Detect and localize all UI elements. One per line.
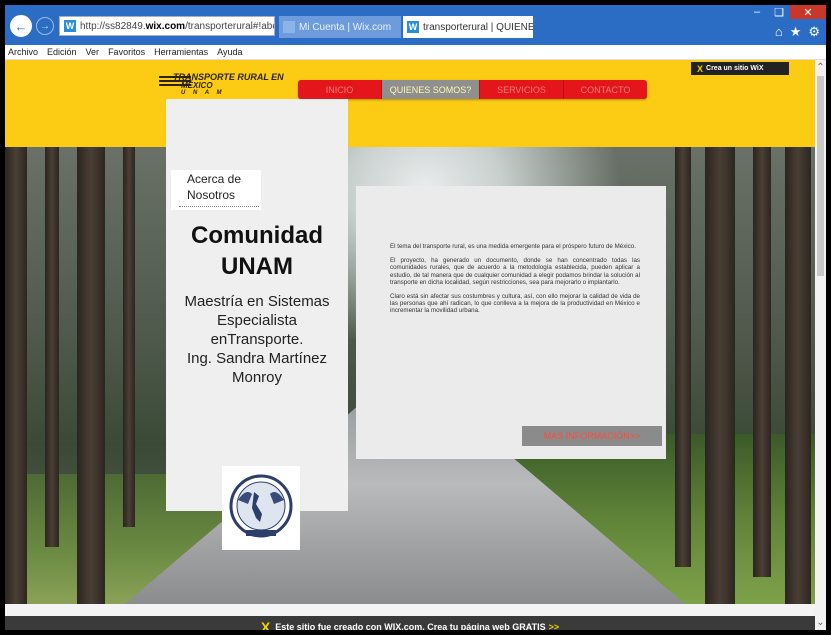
wix-tab-icon: W (407, 21, 419, 33)
dotted-divider (179, 206, 259, 207)
nav-servicios[interactable]: SERVICIOS (480, 80, 564, 99)
about-line1: Acerca de (187, 172, 242, 186)
window-close-icon[interactable]: ✕ (790, 5, 826, 19)
wix-tab-icon (283, 21, 295, 33)
menu-ayuda[interactable]: Ayuda (217, 47, 242, 57)
community-title-line: Comunidad (191, 222, 323, 249)
more-info-button[interactable]: MÁS INFORMACIÓN>> (522, 426, 662, 446)
wix-badge-label: Crea un sitio WiX (706, 65, 764, 72)
browser-tabbar: ← → W http://ss82849. wix.com/transporter… (5, 5, 826, 45)
browser-tools: ⌂ ★ ⚙ (775, 24, 820, 40)
tree-trunk (705, 147, 735, 604)
wix-x-icon: X (260, 619, 271, 630)
info-card (356, 186, 666, 459)
minimize-icon[interactable]: – (746, 5, 768, 19)
logo-line3: U N A M (181, 90, 225, 96)
logo-stripes-icon (159, 76, 191, 88)
site-header: TRANSPORTE RURAL EN MÉXICO U N A M INICI… (5, 60, 815, 147)
tree-trunk (675, 147, 691, 567)
tab-label: Mi Cuenta | Wix.com (299, 21, 392, 33)
community-title-line: UNAM (221, 253, 293, 280)
url-host: wix.com (145, 20, 186, 32)
menu-herramientas[interactable]: Herramientas (154, 47, 208, 57)
site-nav: INICIO QUIENES SOMOS? SERVICIOS CONTACTO (298, 80, 647, 99)
address-bar[interactable]: W http://ss82849. wix.com/transporterural… (59, 16, 275, 36)
maximize-icon[interactable]: ❑ (768, 5, 790, 19)
tree-trunk (77, 147, 105, 604)
wix-create-badge[interactable]: X Crea un sitio WiX (691, 62, 789, 75)
subtitle-line: enTransporte. (210, 331, 304, 348)
subtitle-line: Maestría en Sistemas (184, 293, 330, 310)
settings-gear-icon[interactable]: ⚙ (808, 24, 820, 40)
tree-trunk (123, 147, 135, 527)
tab-mi-cuenta[interactable]: Mi Cuenta | Wix.com (279, 16, 401, 38)
subtitle-line: Ing. Sandra Martínez (186, 350, 328, 367)
page-bottom-strip (5, 604, 815, 616)
home-icon[interactable]: ⌂ (775, 24, 783, 40)
scroll-up-icon[interactable]: ⌃ (815, 62, 826, 73)
site-logo[interactable]: TRANSPORTE RURAL EN MÉXICO U N A M (145, 72, 285, 102)
nav-inicio[interactable]: INICIO (298, 80, 382, 99)
browser-window: ← → W http://ss82849. wix.com/transporter… (5, 5, 826, 630)
subtitle-line: Especialista (216, 312, 298, 329)
browser-menubar: Archivo Edición Ver Favoritos Herramient… (5, 45, 826, 60)
menu-edicion[interactable]: Edición (47, 47, 77, 57)
info-paragraph: El tema del transporte rural, es una med… (390, 243, 636, 250)
scroll-thumb[interactable] (817, 76, 824, 276)
wix-favicon-icon: W (64, 20, 76, 32)
nav-contacto[interactable]: CONTACTO (564, 80, 647, 99)
tree-trunk (5, 147, 27, 604)
about-us-tab[interactable]: Acerca de Nosotros (171, 170, 261, 210)
tree-trunk (45, 147, 59, 547)
menu-archivo[interactable]: Archivo (8, 47, 38, 57)
unam-seal-icon (222, 466, 300, 550)
about-line2: Nosotros (187, 188, 236, 202)
back-button[interactable]: ← (10, 15, 32, 37)
tab-transporterural[interactable]: W transporterural | QUIENES S... ✕ (403, 16, 533, 38)
menu-favoritos[interactable]: Favoritos (108, 47, 145, 57)
subtitle-line: Monroy (231, 369, 283, 386)
community-title: Comunidad UNAM (166, 220, 348, 282)
tree-trunk (785, 147, 811, 604)
window-controls: – ❑ ✕ (746, 5, 826, 19)
wix-x-icon: X (697, 63, 704, 74)
tab-label: transporterural | QUIENES S... (423, 21, 533, 33)
info-paragraph: Claro está sin afectar sus costumbres y … (390, 293, 640, 315)
tree-trunk (753, 147, 771, 577)
scroll-down-icon[interactable]: ⌄ (815, 617, 826, 628)
menu-ver[interactable]: Ver (86, 47, 100, 57)
nav-quienes-somos[interactable]: QUIENES SOMOS? (382, 80, 480, 99)
page-viewport: TRANSPORTE RURAL EN MÉXICO U N A M INICI… (5, 60, 815, 630)
url-rest: /transporterural#!about/c (185, 20, 274, 32)
footer-arrow: >> (548, 622, 560, 630)
info-paragraph: El proyecto, ha generado un documento, d… (390, 257, 640, 286)
info-text: El tema del transporte rural, es una med… (390, 243, 640, 322)
wix-footer-banner[interactable]: X Este sitio fue creado con WIX.com. Cre… (5, 616, 815, 630)
page-scrollbar[interactable]: ⌃ ⌄ (815, 60, 826, 630)
community-subtitle: Maestría en Sistemas Especialista enTran… (166, 292, 348, 387)
url-prefix: http://ss82849. (80, 20, 146, 32)
forward-button[interactable]: → (36, 17, 54, 35)
footer-text: Este sitio fue creado con WIX.com. Crea … (275, 622, 546, 630)
favorites-star-icon[interactable]: ★ (790, 24, 802, 40)
